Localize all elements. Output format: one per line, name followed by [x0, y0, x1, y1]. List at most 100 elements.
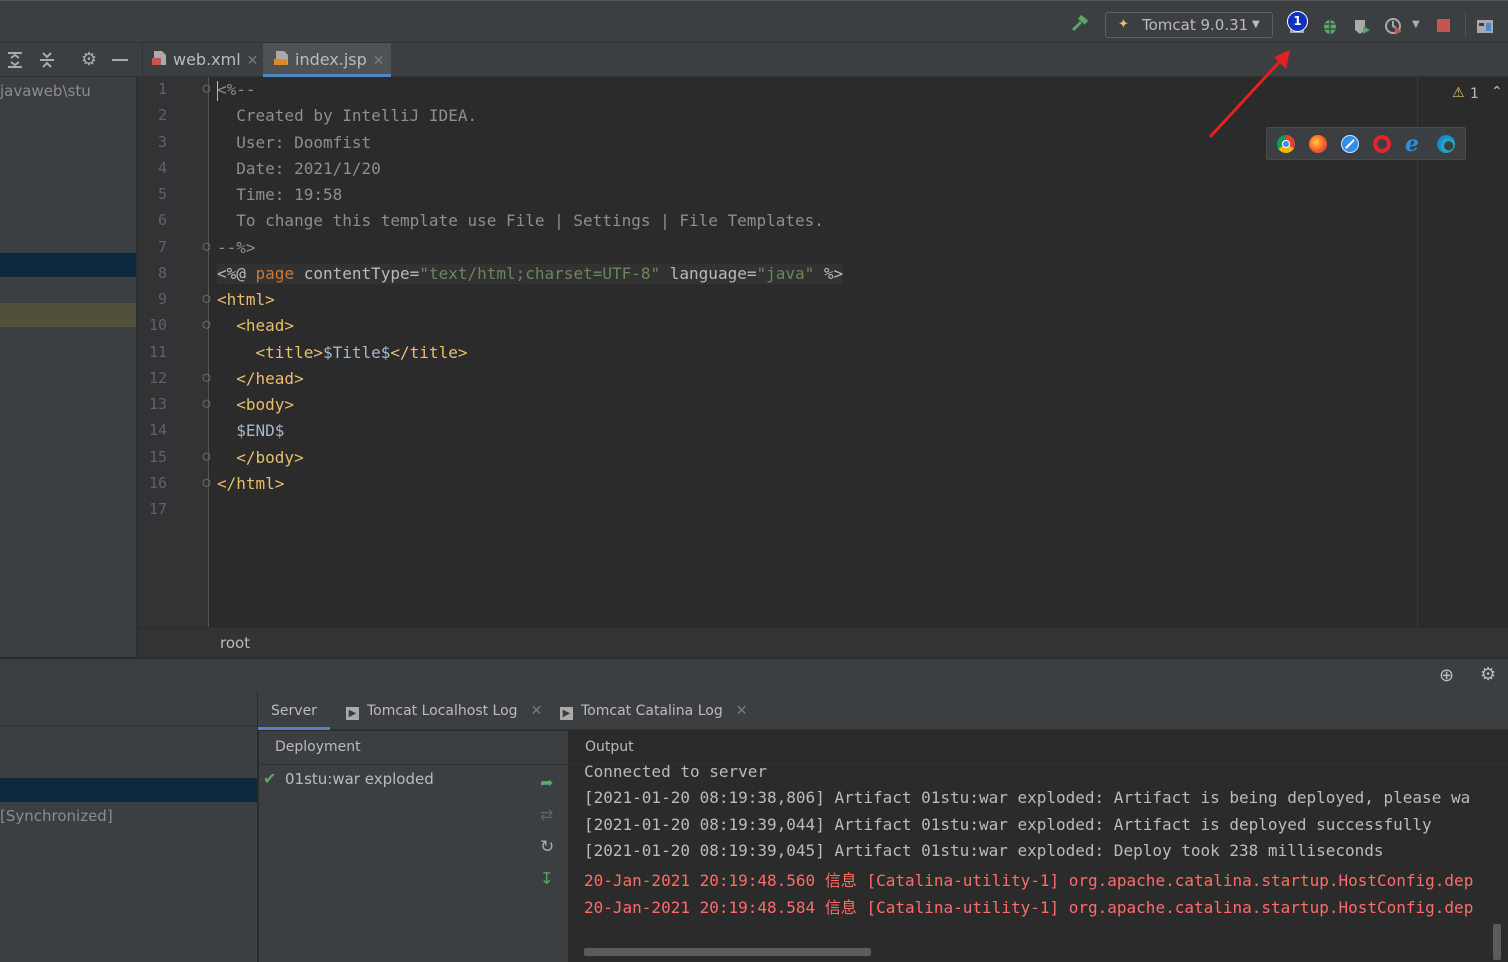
- firefox-icon[interactable]: [1309, 135, 1327, 153]
- check-icon: ✔: [263, 769, 277, 788]
- tab-label: Server: [271, 703, 317, 719]
- fold-marker-icon[interactable]: ⬡: [202, 373, 212, 384]
- output-title: Output: [585, 739, 634, 755]
- deployment-item[interactable]: 01stu:war exploded: [285, 770, 434, 788]
- code-line[interactable]: <html>: [217, 290, 275, 310]
- collapse-all-icon[interactable]: [37, 50, 57, 70]
- opera-icon[interactable]: [1373, 135, 1391, 153]
- breadcrumb-root[interactable]: root: [220, 634, 250, 652]
- tab-label: index.jsp: [295, 50, 367, 69]
- warning-count[interactable]: 1: [1470, 86, 1479, 102]
- line-number: 13: [148, 395, 167, 413]
- line-number: 1: [157, 80, 167, 98]
- fold-marker-icon[interactable]: ⬡: [202, 85, 212, 95]
- run-history-icon[interactable]: [1384, 16, 1404, 36]
- code-line[interactable]: <head>: [217, 316, 294, 336]
- tomcat-icon: ✦: [1118, 17, 1129, 32]
- tab-index-jsp[interactable]: index.jsp ✕: [263, 43, 391, 77]
- code-line[interactable]: Date: 2021/1/20: [217, 159, 381, 179]
- line-number: 15: [148, 447, 167, 466]
- edge-icon[interactable]: [1437, 135, 1455, 153]
- fold-marker-icon[interactable]: ⬡: [202, 452, 212, 463]
- divider: [259, 764, 568, 765]
- code-line[interactable]: Created by IntelliJ IDEA.: [217, 106, 477, 126]
- highlighted-tree-row[interactable]: [0, 303, 136, 327]
- tab-server[interactable]: Server: [258, 692, 330, 730]
- fold-marker-icon[interactable]: ⬡: [202, 321, 212, 331]
- project-structure-icon[interactable]: [1475, 16, 1495, 36]
- debug-bug-icon[interactable]: [1320, 16, 1340, 36]
- tab-tomcat-catalina-log[interactable]: ▶ Tomcat Catalina Log ✕: [560, 692, 747, 730]
- services-tree: [Synchronized]: [0, 692, 258, 962]
- close-icon[interactable]: ✕: [531, 703, 543, 719]
- line-number: 14: [148, 421, 167, 440]
- selected-tree-row[interactable]: [0, 253, 136, 277]
- line-number: 8: [157, 263, 167, 282]
- selected-service-row[interactable]: [0, 778, 257, 802]
- code-line[interactable]: </html>: [217, 474, 284, 494]
- code-line[interactable]: <body>: [217, 395, 294, 415]
- deployment-title: Deployment: [275, 739, 361, 755]
- safari-icon[interactable]: [1341, 135, 1359, 153]
- line-number: 7: [157, 237, 167, 256]
- project-pane: javaweb\stu: [0, 77, 137, 657]
- main-toolbar: ✦ Tomcat 9.0.31 ▼ 1 ▼: [0, 0, 1508, 43]
- fold-marker-icon[interactable]: ⬡: [202, 400, 212, 410]
- line-number: 11: [148, 342, 167, 361]
- divider: [0, 725, 257, 726]
- refresh-icon[interactable]: ↻: [540, 837, 554, 857]
- run-configuration-dropdown[interactable]: ✦ Tomcat 9.0.31 ▼: [1105, 12, 1273, 38]
- tab-tomcat-localhost-log[interactable]: ▶ Tomcat Localhost Log ✕: [346, 692, 542, 730]
- horizontal-scrollbar[interactable]: [584, 948, 871, 956]
- services-header: ⊕ ⚙: [0, 658, 1508, 692]
- run-config-label: Tomcat 9.0.31: [1142, 16, 1249, 34]
- close-icon[interactable]: ✕: [247, 53, 259, 69]
- text-caret: [217, 81, 218, 101]
- tab-web-xml[interactable]: web.xml ✕: [142, 43, 271, 76]
- line-number: 5: [157, 185, 167, 203]
- close-icon[interactable]: ✕: [736, 703, 748, 719]
- deploy-icon[interactable]: ➦: [540, 773, 553, 792]
- breadcrumb-bar: root: [138, 627, 1508, 658]
- vertical-scrollbar[interactable]: [1493, 924, 1501, 960]
- gear-icon[interactable]: ⚙: [1480, 664, 1496, 685]
- chevron-up-icon[interactable]: ⌃: [1491, 84, 1503, 100]
- code-line[interactable]: <title>$Title$</title>: [217, 343, 468, 363]
- console-icon: ▶: [560, 707, 573, 720]
- ie-icon[interactable]: e: [1405, 131, 1419, 157]
- fold-marker-icon[interactable]: ⬡: [202, 295, 212, 305]
- undeploy-icon[interactable]: ⇄: [540, 805, 553, 824]
- console-icon: ▶: [346, 707, 359, 720]
- build-hammer-icon[interactable]: [1070, 14, 1090, 34]
- fold-marker-icon[interactable]: ⬡: [202, 242, 212, 253]
- code-line[interactable]: </head>: [217, 369, 303, 389]
- code-line[interactable]: User: Doomfist: [217, 133, 371, 153]
- update-icon[interactable]: ↧: [540, 869, 553, 888]
- line-number: 6: [157, 211, 167, 230]
- code-line[interactable]: Time: 19:58: [217, 185, 342, 205]
- jsp-file-icon: [273, 45, 289, 65]
- fold-marker-icon[interactable]: ⬡: [202, 478, 212, 489]
- output-panel: Output: [569, 731, 1508, 962]
- code-line[interactable]: $END$: [217, 421, 284, 441]
- code-line[interactable]: <%@ page contentType="text/html;charset=…: [217, 263, 844, 284]
- sync-status: [Synchronized]: [0, 807, 113, 825]
- stop-icon[interactable]: [1434, 16, 1454, 36]
- code-line[interactable]: --%>: [217, 238, 256, 258]
- divider: [569, 764, 1508, 765]
- annotation-badge: 1: [1287, 11, 1308, 32]
- chevron-down-icon[interactable]: ▼: [1412, 19, 1420, 30]
- crosshair-icon[interactable]: ⊕: [1439, 665, 1454, 686]
- close-icon[interactable]: ✕: [373, 53, 385, 69]
- code-line[interactable]: <%--: [217, 80, 256, 100]
- project-path[interactable]: javaweb\stu: [0, 82, 91, 100]
- expand-all-icon[interactable]: [5, 50, 25, 70]
- line-number: 3: [157, 132, 167, 151]
- minimize-icon[interactable]: [112, 59, 128, 61]
- profile-icon[interactable]: [1352, 16, 1372, 36]
- gear-icon[interactable]: ⚙: [79, 50, 99, 70]
- warning-icon[interactable]: ⚠: [1452, 85, 1465, 101]
- code-line[interactable]: To change this template use File | Setti…: [217, 211, 824, 231]
- code-line[interactable]: </body>: [217, 448, 303, 468]
- line-number: 17: [148, 500, 167, 518]
